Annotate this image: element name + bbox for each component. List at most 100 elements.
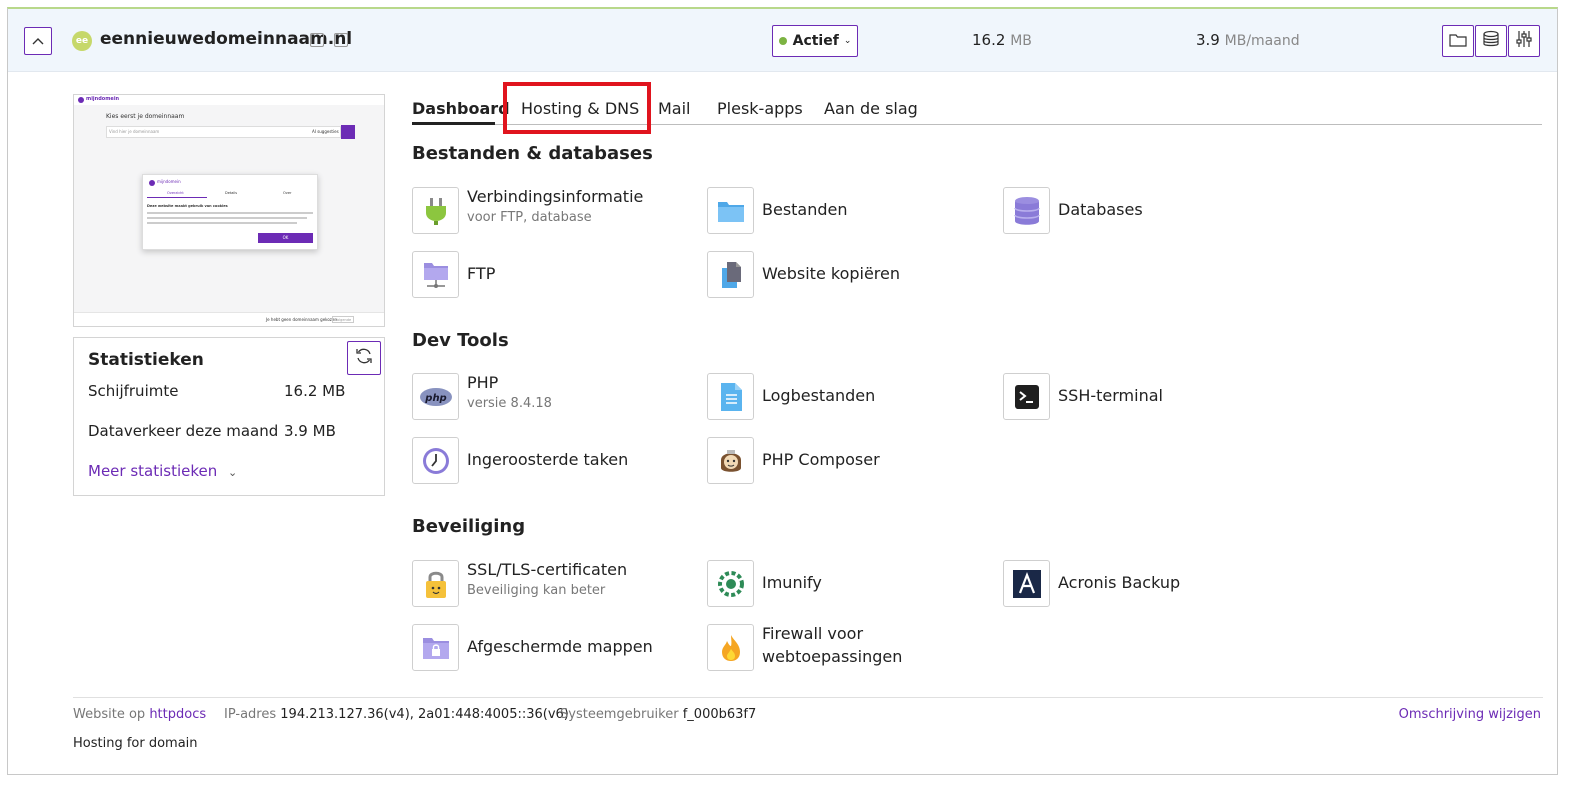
terminal-icon [1003, 373, 1050, 420]
preview-cookie-brand: mijndomein [157, 179, 181, 184]
tile-label: Afgeschermde mappen [467, 637, 653, 656]
tile-label: SSH-terminal [1058, 386, 1163, 405]
disk-space-label: Schijfruimte [88, 382, 179, 400]
imunify-icon [707, 560, 754, 607]
file-manager-button[interactable] [1442, 25, 1474, 57]
database-button[interactable] [1475, 25, 1507, 57]
tile-label: SSL/TLS-certificaten [467, 560, 628, 579]
tab-aan-de-slag[interactable]: Aan de slag [824, 99, 918, 118]
change-description-link[interactable]: Omschrijving wijzigen [1399, 707, 1541, 722]
php-icon: php [412, 373, 459, 420]
tab-hosting-dns[interactable]: Hosting & DNS [521, 99, 639, 118]
footer-website: Website op httpdocs [73, 707, 206, 722]
section-title-dev-tools: Dev Tools [412, 330, 509, 351]
httpdocs-link[interactable]: httpdocs [149, 707, 206, 722]
ftp-folder-icon [412, 251, 459, 298]
disk-space-value: 16.2 MB [284, 382, 346, 400]
traffic-label: Dataverkeer deze maand [88, 422, 279, 440]
footer-system-user: Systeemgebruiker f_000b63f7 [560, 707, 756, 722]
tile-label: Acronis Backup [1058, 573, 1181, 592]
preview-cookie-ok: OK [258, 233, 313, 243]
status-dropdown[interactable]: Actief ⌄ [772, 25, 858, 57]
tile-scheduled-tasks[interactable]: Ingeroosterde taken [412, 437, 672, 485]
traffic-usage-value: 3.9 [1196, 31, 1220, 49]
footer-ip: IP-adres 194.213.127.36(v4), 2a01:448:40… [224, 707, 569, 722]
preview-cookie-title: Deze website maakt gebruik van cookies [147, 204, 228, 208]
website-preview[interactable]: mijndomein Kies eerst je domeinnaam Vind… [73, 94, 385, 327]
chevron-down-icon: ⌄ [228, 466, 238, 479]
protected-folder-icon [412, 624, 459, 671]
preview-brand: mijndomein [86, 96, 120, 102]
footer-divider [73, 697, 1543, 698]
tile-label-line2: webtoepassingen [762, 647, 903, 666]
tab-plesk-apps[interactable]: Plesk-apps [717, 99, 803, 118]
tile-acronis-backup[interactable]: Acronis Backup [1003, 560, 1263, 608]
status-label: Actief [792, 33, 839, 49]
tile-imunify[interactable]: Imunify [707, 560, 967, 608]
tile-label: Databases [1058, 200, 1143, 219]
tile-web-app-firewall[interactable]: Firewall voor webtoepassingen [707, 624, 967, 672]
statistics-panel: Statistieken Schijfruimte 16.2 MB Datave… [73, 337, 385, 496]
tile-sublabel: Beveiliging kan beter [467, 583, 606, 598]
tab-bar: Dashboard Hosting & DNS Mail Plesk-apps … [412, 97, 1542, 125]
copy-icon[interactable] [310, 33, 324, 47]
disk-usage: 16.2 MB [972, 31, 1032, 49]
database-icon [1482, 30, 1500, 52]
section-title-files: Bestanden & databases [412, 143, 653, 164]
chevron-down-icon: ⌄ [843, 36, 852, 46]
disk-usage-unit: MB [1010, 33, 1032, 49]
tile-ftp[interactable]: FTP [412, 251, 672, 299]
tile-copy-website[interactable]: Website kopiëren [707, 251, 967, 299]
tile-log-files[interactable]: Logbestanden [707, 373, 967, 421]
copy-files-icon [707, 251, 754, 298]
tile-label: Firewall voor [762, 624, 864, 643]
folder-icon [1449, 32, 1467, 51]
tile-files[interactable]: Bestanden [707, 187, 967, 235]
tile-php[interactable]: php PHP versie 8.4.18 [412, 373, 672, 421]
clock-icon [412, 437, 459, 484]
tile-php-composer[interactable]: PHP Composer [707, 437, 967, 485]
tile-ssh-terminal[interactable]: SSH-terminal [1003, 373, 1263, 421]
more-statistics-link[interactable]: Meer statistieken ⌄ [88, 462, 237, 480]
log-file-icon [707, 373, 754, 420]
traffic-value: 3.9 MB [284, 422, 336, 440]
preview-logo-icon [78, 97, 84, 103]
lock-icon [412, 560, 459, 607]
tile-label: PHP [467, 373, 499, 392]
composer-icon [707, 437, 754, 484]
refresh-button[interactable] [347, 341, 381, 375]
footer-user-value: f_000b63f7 [682, 707, 757, 722]
preview-footer-button: Volgende [332, 316, 354, 323]
footer-ip-value: 194.213.127.36(v4), 2a01:448:4005::36(v6… [280, 707, 569, 722]
tab-dashboard[interactable]: Dashboard [412, 99, 510, 118]
tile-label: Ingeroosterde taken [467, 450, 629, 469]
status-dot [778, 37, 787, 45]
flame-icon [707, 624, 754, 671]
settings-button[interactable] [1508, 25, 1540, 57]
collapse-button[interactable] [24, 27, 52, 55]
tile-ssl-certificates[interactable]: SSL/TLS-certificaten Beveiliging kan bet… [412, 560, 672, 608]
tile-connection-info[interactable]: Verbindingsinformatie voor FTP, database [412, 187, 692, 235]
chevron-up-icon [32, 34, 44, 48]
preview-cookie-tab: Over [283, 191, 292, 195]
footer-website-label: Website op [73, 707, 146, 722]
tile-protected-folders[interactable]: Afgeschermde mappen [412, 624, 672, 672]
database-icon [1003, 187, 1050, 234]
svg-text:php: php [424, 393, 446, 404]
preview-search-placeholder: Vind hier je domeinnaam [109, 129, 160, 134]
refresh-icon [354, 346, 374, 370]
external-link-icon[interactable] [334, 33, 348, 47]
traffic-usage-unit: MB/maand [1224, 33, 1300, 49]
active-tab-indicator [412, 122, 495, 125]
tile-label: Imunify [762, 573, 822, 592]
settings-sliders-icon [1515, 30, 1533, 52]
tile-label: Logbestanden [762, 386, 876, 405]
tile-label: PHP Composer [762, 450, 880, 469]
tab-mail[interactable]: Mail [658, 99, 691, 118]
preview-cookie-tab: Details [225, 191, 238, 195]
tile-label: Website kopiëren [762, 264, 901, 283]
domain-header: ee eennieuwedomeinnaam.nl Actief ⌄ 16.2 … [8, 9, 1557, 72]
tile-databases[interactable]: Databases [1003, 187, 1263, 235]
preview-footer-text: Je hebt geen domeinnaam gekozen [266, 317, 337, 322]
preview-checkbox-label: AI suggesties [312, 129, 339, 134]
